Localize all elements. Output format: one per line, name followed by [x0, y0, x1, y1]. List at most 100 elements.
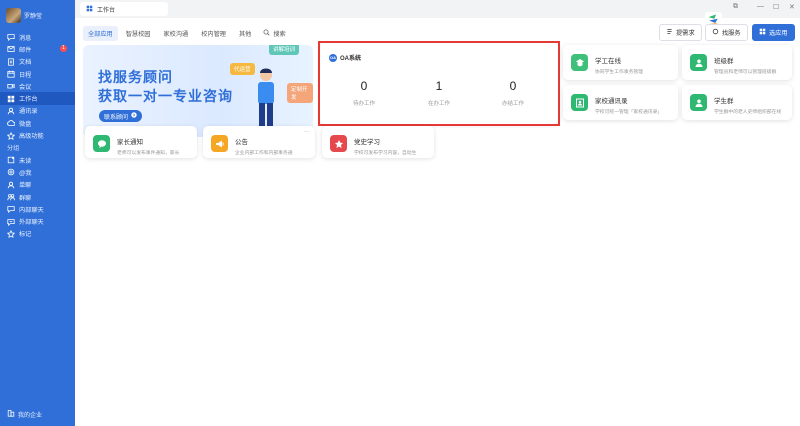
app-desc: 协同学生工作事务管理 [595, 70, 643, 75]
banner-tag-custom: 定制开发 [287, 83, 313, 103]
request-label: 提需求 [676, 30, 695, 37]
enterprise-label: 我的企业 [18, 412, 43, 419]
student-group-icon [690, 94, 707, 111]
sidebar-item-label: 外部聊天 [19, 219, 44, 227]
building-icon [7, 409, 15, 419]
class-group-icon [690, 54, 707, 71]
stat-value: 1 [435, 79, 443, 93]
completed-work-stat[interactable]: 0 办结工作 [483, 79, 543, 107]
sidebar-item-drive[interactable]: 微盘 [0, 117, 75, 129]
tab-all-apps[interactable]: 全部应用 [83, 26, 118, 41]
app-desc: 学校可发布学习内容，自动生 [354, 151, 417, 156]
contact-advisor-label: 联系顾问 [104, 114, 129, 121]
address-book-icon [571, 94, 588, 111]
sidebar-item-label: 日程 [19, 71, 32, 79]
group-chat-icon [7, 193, 15, 201]
app-name: 学生群 [714, 98, 734, 105]
sidebar-item-group-chat[interactable]: 群聊 [0, 191, 75, 203]
sidebar-item-label: 未读 [19, 157, 32, 165]
sidebar-item-mention[interactable]: @我 [0, 166, 75, 178]
pending-work-stat[interactable]: 0 待办工作 [334, 79, 394, 107]
app-filter-tabs: 全部应用 智慧校园 家校沟通 校内管理 其他 搜索 [83, 26, 286, 41]
oa-logo-icon: OA [329, 53, 337, 62]
sidebar-item-meeting[interactable]: 会议 [0, 80, 75, 92]
app-card-announcement[interactable]: 公告企业内部工作和内部事务通 ··· [203, 126, 315, 158]
stat-value: 0 [360, 79, 368, 93]
sidebar-item-messages[interactable]: 消息 [0, 31, 75, 43]
sidebar-item-label: @我 [19, 169, 32, 177]
tab-home-school[interactable]: 家校沟通 [159, 26, 194, 41]
app-desc: 学生群中的老人史师组织部在线 [714, 110, 782, 115]
banner-tag-training: 讲解培训 [269, 45, 300, 55]
request-button[interactable]: 提需求 [659, 24, 702, 41]
app-desc: 老师可以发布事件通知，家长 [117, 151, 180, 156]
sidebar-item-internal-chat[interactable]: 内部聊天 [0, 203, 75, 215]
sidebar-item-marked[interactable]: 标记 [0, 228, 75, 240]
user-profile[interactable]: 罗静莹 [6, 8, 42, 23]
external-chat-icon [7, 218, 15, 226]
sidebar-item-label: 标记 [19, 231, 32, 239]
contacts-icon [7, 107, 15, 115]
stat-label: 待办工作 [352, 101, 375, 107]
tab-other[interactable]: 其他 [234, 26, 256, 41]
sidebar-item-docs[interactable]: 文档 [0, 56, 75, 68]
megaphone-icon [211, 135, 228, 152]
oa-system-card[interactable]: OA OA系统 0 待办工作 1 在办工作 0 办结工作 [320, 43, 558, 124]
app-card-party-history[interactable]: 党史学习学校可发布学习内容，自动生 [322, 126, 434, 158]
sidebar-item-label: 消息 [19, 34, 32, 42]
advisor-illustration [251, 65, 281, 135]
add-app-label: 选应用 [769, 30, 788, 37]
app-card-home-school-contacts[interactable]: 家校通讯录 学校可统一管理「家校通讯录」 [563, 85, 678, 120]
more-options-icon[interactable]: ··· [304, 129, 310, 135]
workbench-icon [86, 5, 93, 14]
oa-title: OA系统 [340, 56, 362, 62]
message-icon [7, 33, 15, 42]
tab-school-management[interactable]: 校内管理 [196, 26, 231, 41]
advanced-icon [7, 131, 15, 140]
tab-smart-campus[interactable]: 智慧校园 [121, 26, 156, 41]
app-desc: 学校可统一管理「家校通讯录」 [595, 110, 663, 115]
search-button[interactable]: 搜索 [263, 29, 286, 38]
sidebar-item-label: 内部聊天 [19, 206, 44, 214]
app-card-class-group[interactable]: 班级群 管理员和老师可以管理班级群 [682, 45, 792, 80]
search-label: 搜索 [273, 31, 286, 38]
sidebar-item-contacts[interactable]: 通讯录 [0, 105, 75, 117]
sidebar-item-single-chat[interactable]: 单聊 [0, 179, 75, 191]
sidebar-item-label: 会议 [19, 83, 32, 91]
sidebar-item-advanced[interactable]: 高级功能 [0, 129, 75, 141]
app-card-student-group[interactable]: 学生群学生群中的老人史师组织部在线 [682, 85, 792, 120]
sidebar-item-external-chat[interactable]: 外部聊天 [0, 215, 75, 227]
window-tab[interactable]: 工作台 [80, 2, 168, 16]
add-app-button[interactable]: 选应用 [752, 24, 795, 41]
app-window: 罗静莹 消息 邮件 1 文档 日程 会议 工作台 通讯录 微盘 高级功能 分组 … [0, 0, 800, 426]
contact-advisor-button[interactable]: 联系顾问 [99, 110, 143, 122]
service-icon [712, 28, 719, 37]
oa-header: OA OA系统 [329, 53, 361, 62]
minimize-icon[interactable]: — [757, 3, 764, 10]
sidebar-item-workbench[interactable]: 工作台 [0, 92, 75, 105]
maximize-icon[interactable]: ☐ [773, 3, 779, 11]
sidebar-item-unread[interactable]: 未读 [0, 154, 75, 166]
unread-icon [7, 156, 15, 164]
app-card-parent-notice[interactable]: 家长通知 老师可以发布事件通知，家长 [85, 126, 197, 158]
close-icon[interactable]: ✕ [789, 3, 795, 11]
app-name: 党史学习 [354, 139, 380, 146]
sidebar-item-mail[interactable]: 邮件 1 [0, 43, 75, 55]
app-desc: 企业内部工作和内部事务通 [235, 151, 293, 156]
app-card-student-affairs[interactable]: 学工在线 协同学生工作事务管理 [563, 45, 678, 80]
my-enterprise-link[interactable]: 我的企业 [7, 409, 42, 419]
find-service-button[interactable]: 找服务 [705, 24, 748, 41]
find-service-label: 找服务 [722, 30, 741, 37]
in-progress-work-stat[interactable]: 1 在办工作 [409, 79, 469, 107]
app-name: 公告 [235, 139, 248, 146]
avatar[interactable] [6, 8, 21, 23]
share-window-icon[interactable]: ⧉ [733, 3, 738, 11]
stat-value: 0 [509, 79, 517, 93]
service-advisor-banner[interactable]: 找服务顾问 获取一对一专业咨询 联系顾问 讲解培训 代运营 定制开发 [83, 45, 313, 137]
party-star-icon [330, 135, 347, 152]
group-section-label: 分组 [7, 145, 20, 153]
sidebar-item-label: 文档 [19, 59, 32, 67]
unread-badge: 1 [60, 45, 67, 53]
sidebar-item-calendar[interactable]: 日程 [0, 68, 75, 80]
user-name: 罗静莹 [24, 14, 43, 20]
